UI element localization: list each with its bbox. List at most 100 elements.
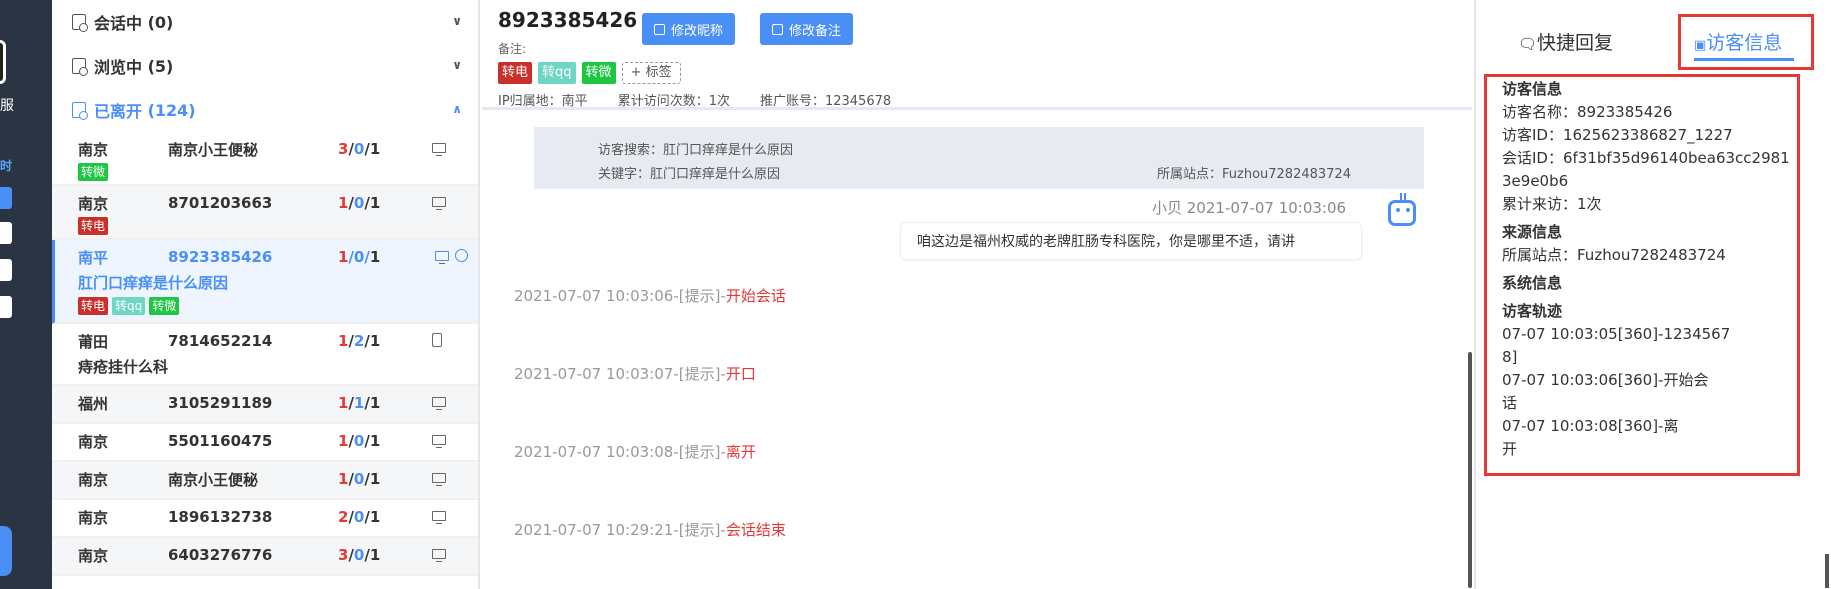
row-counts: 3/0/1: [338, 140, 381, 158]
tag-wechat[interactable]: 转微: [581, 62, 616, 84]
highlight-box-tab: [1678, 14, 1814, 70]
edit-remark-button[interactable]: 修改备注: [760, 13, 854, 45]
row-city: 南平: [78, 248, 109, 267]
visitor-search: 访客搜索：肛门口痒痒是什么原因: [598, 143, 794, 158]
session-row[interactable]: 南京 南京小王便秘 1/0/1: [52, 462, 478, 500]
remark-label: 备注:: [498, 42, 527, 56]
visitor-name: 访客名称：8923385426: [1502, 103, 1673, 121]
session-row[interactable]: 南京 6403276776 3/0/1: [52, 538, 478, 576]
desktop-icon: [432, 143, 446, 156]
system-message: 2021-07-07 10:03:08-[提示]-离开: [514, 443, 756, 461]
row-city: 福州: [78, 394, 109, 413]
row-city: 南京: [78, 470, 109, 489]
row-city: 南京: [78, 508, 109, 527]
session-row[interactable]: 南京 1896132738 2/0/1: [52, 500, 478, 538]
mobile-icon: [432, 333, 442, 347]
track-item: 07-07 10:03:05[360]-1234567: [1502, 325, 1731, 343]
row-counts: 1/0/1: [338, 432, 381, 450]
row-counts: 1/0/1: [338, 470, 381, 488]
visitor-name-title: 8923385426: [498, 8, 638, 32]
tab-quick-reply[interactable]: 🗨快捷回复: [1518, 28, 1613, 55]
desktop-icon: [432, 397, 446, 410]
system-message: 2021-07-07 10:03:07-[提示]-开口: [514, 365, 756, 383]
row-name: 南京小王便秘: [168, 470, 259, 489]
group-icon: [72, 102, 88, 120]
row-name: 7814652214: [168, 332, 273, 350]
row-name: 南京小王便秘: [168, 140, 259, 159]
row-city: 南京: [78, 546, 109, 565]
tag-wechat: 转微: [149, 297, 180, 315]
row-search-term: 痔疮挂什么科: [78, 358, 169, 376]
row-counts: 1/0/1: [338, 248, 381, 266]
group-chatting[interactable]: 会话中 (0) ∨: [52, 0, 478, 44]
group-left[interactable]: 已离开 (124) ∧: [52, 88, 478, 132]
section-visitor: 访客信息: [1502, 80, 1563, 98]
row-city: 莆田: [78, 332, 109, 351]
track-item: 07-07 10:03:08[360]-离: [1502, 417, 1679, 435]
session-row-selected[interactable]: 南平 8923385426 1/0/1 肛门口痒痒是什么原因 转电 转qq 转微: [52, 240, 478, 324]
add-tag-button[interactable]: + 标签: [621, 62, 681, 84]
nav-item-2[interactable]: [0, 222, 12, 244]
visit-count: 累计访问次数：1次: [617, 94, 730, 109]
group-browsing[interactable]: 浏览中 (5) ∨: [52, 44, 478, 88]
chevron-down-icon[interactable]: ∨: [452, 58, 462, 72]
chat-panel: 8923385426 修改昵称 修改备注 备注: 转电 转qq 转微 + 标签 …: [482, 0, 1472, 589]
row-name: 6403276776: [168, 546, 273, 564]
session-row[interactable]: 南京 5501160475 1/0/1: [52, 424, 478, 462]
keyword: 关键字：肛门口痒痒是什么原因: [598, 167, 781, 182]
edit-nickname-button[interactable]: 修改昵称: [642, 13, 736, 45]
chat-scrollbar[interactable]: [1468, 352, 1472, 588]
row-counts: 1/1/1: [338, 394, 381, 412]
app-logo-icon: [0, 40, 6, 84]
chevron-up-icon[interactable]: ∧: [452, 102, 462, 116]
desktop-icon: [432, 435, 446, 448]
nav-item-1[interactable]: [0, 187, 12, 209]
right-scrollbar[interactable]: [1825, 554, 1829, 588]
robot-avatar-icon: [1388, 193, 1416, 226]
row-search-term: 肛门口痒痒是什么原因: [78, 274, 229, 292]
nav-action-button[interactable]: [0, 526, 12, 576]
desktop-icon: [435, 251, 449, 264]
group-count: (0): [147, 12, 174, 32]
session-row[interactable]: 福州 3105291189 1/1/1: [52, 386, 478, 424]
row-city: 南京: [78, 194, 109, 213]
promo-account: 推广账号：12345678: [759, 94, 892, 109]
tag-qq: 转qq: [112, 297, 146, 315]
session-row[interactable]: 南京 南京小王便秘 3/0/1 转微: [52, 132, 478, 186]
nav-text-active[interactable]: 时: [0, 157, 12, 174]
group-icon: [72, 58, 88, 76]
group-count: (124): [147, 100, 196, 120]
row-counts: 1/0/1: [338, 194, 381, 212]
tag-phone: 转电: [78, 297, 109, 315]
chat-messages: 访客搜索：肛门口痒痒是什么原因 关键字：肛门口痒痒是什么原因 所属站点：Fuzh…: [482, 110, 1472, 586]
desktop-icon: [432, 197, 446, 210]
system-message: 2021-07-07 10:29:21-[提示]-会话结束: [514, 521, 786, 539]
nav-item-4[interactable]: [0, 296, 12, 318]
desktop-icon: [432, 511, 446, 524]
section-track: 访客轨迹: [1502, 302, 1563, 320]
tag-phone[interactable]: 转电: [498, 62, 533, 84]
session-row[interactable]: 南京 8701203663 1/0/1 转电: [52, 186, 478, 240]
chat-bubble-icon: 🗨: [1518, 35, 1538, 53]
chevron-down-icon[interactable]: ∨: [452, 14, 462, 28]
visitor-info: 访客信息 访客名称：8923385426 访客ID：1625623386827_…: [1502, 78, 1794, 461]
tag-qq[interactable]: 转qq: [538, 62, 576, 84]
group-icon: [72, 14, 88, 32]
track-item-cont: 话: [1502, 394, 1518, 412]
track-item: 07-07 10:03:06[360]-开始会: [1502, 371, 1709, 389]
agent-message-bubble: 咱这边是福州权威的老牌肛肠专科医院，你是哪里不适，请讲: [900, 222, 1362, 260]
desktop-icon: [432, 549, 446, 562]
row-name: 8701203663: [168, 194, 273, 212]
site: 所属站点：Fuzhou7282483724: [1157, 167, 1351, 182]
row-counts: 2/0/1: [338, 508, 381, 526]
nav-text: 服: [0, 98, 14, 114]
row-city: 南京: [78, 140, 109, 159]
nav-item-3[interactable]: [0, 259, 12, 281]
ip-location: IP归属地：南平: [498, 94, 588, 109]
group-count: (5): [147, 56, 174, 76]
session-row[interactable]: 莆田 7814652214 1/2/1 痔疮挂什么科: [52, 324, 478, 386]
desktop-icon: [432, 473, 446, 486]
browser-icon: [455, 249, 468, 262]
agent-meta: 小贝 2021-07-07 10:03:06: [1152, 199, 1347, 217]
visitor-meta: IP归属地：南平 累计访问次数：1次 推广账号：12345678: [498, 90, 891, 109]
